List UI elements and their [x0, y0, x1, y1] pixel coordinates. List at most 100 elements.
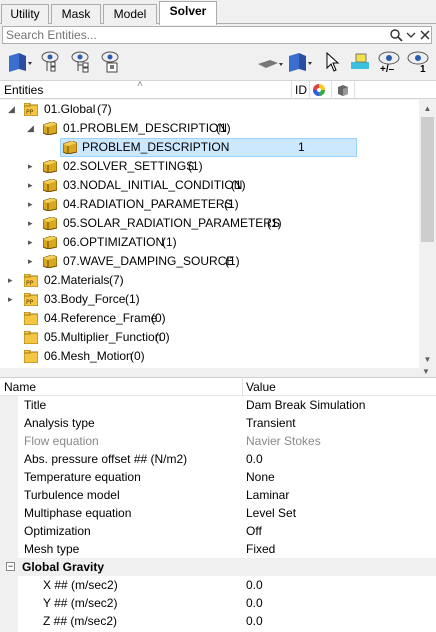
eye-filter-icon[interactable]: [38, 50, 64, 77]
id-column-header[interactable]: ID: [295, 83, 307, 97]
collapsed-arrow-icon[interactable]: ▸: [28, 176, 38, 195]
property-row-pressure-offset[interactable]: Abs. pressure offset ## (N/m2) 0.0: [0, 450, 436, 468]
property-value[interactable]: 0.0: [246, 594, 263, 612]
cursor-select-icon[interactable]: [322, 50, 342, 77]
tree-row-problem-description[interactable]: PROBLEM_DESCRIPTION 1: [0, 138, 419, 157]
entity-tree: ◢ PP 01.Global (7) ◢ 01.PROBLEM_DESCRIPT…: [0, 100, 419, 368]
tree-row-radiation-parameters[interactable]: ▸ 04.RADIATION_PARAMETERS (1): [0, 195, 419, 214]
value-column-header[interactable]: Value: [246, 380, 276, 394]
scroll-down-icon[interactable]: ▼: [419, 351, 436, 368]
tree-row-reference-frame[interactable]: 04.Reference_Frame (0): [0, 309, 419, 328]
tree-row-body-force[interactable]: ▸ PP 03.Body_Force (1): [0, 290, 419, 309]
panel-splitter[interactable]: ▼: [0, 367, 436, 378]
property-row-gravity-x[interactable]: X ## (m/sec2) 0.0: [0, 576, 436, 594]
property-row-optimization[interactable]: Optimization Off: [0, 522, 436, 540]
property-group-global-gravity[interactable]: − Global Gravity: [0, 558, 436, 576]
highlight-icon[interactable]: [348, 50, 374, 77]
property-name: Optimization: [24, 524, 91, 538]
tree-label: 01.Global: [44, 102, 96, 116]
component-view-icon[interactable]: [286, 50, 314, 77]
tree-row-mesh-motion[interactable]: 06.Mesh_Motion (0): [0, 347, 419, 366]
search-input[interactable]: [3, 27, 373, 43]
collapsed-arrow-icon[interactable]: ▸: [28, 252, 38, 271]
splitter-arrow-icon[interactable]: ▼: [422, 367, 430, 376]
tree-row-optimization[interactable]: ▸ 06.OPTIMIZATION (1): [0, 233, 419, 252]
entity-view-icon[interactable]: [6, 50, 34, 77]
tab-model[interactable]: Model: [103, 4, 157, 24]
property-value[interactable]: Level Set: [246, 504, 296, 522]
visibility-cube-icon[interactable]: [336, 83, 350, 100]
tree-row-solver-settings[interactable]: ▸ 02.SOLVER_SETTINGS (1): [0, 157, 419, 176]
tree-count: (1): [267, 216, 282, 230]
scroll-up-icon[interactable]: ▲: [419, 100, 436, 117]
search-box: [2, 26, 432, 44]
property-name: Y ## (m/sec2): [43, 596, 118, 610]
svg-text:PP: PP: [26, 280, 34, 287]
entities-column-header[interactable]: Entities: [4, 83, 43, 97]
scroll-thumb[interactable]: [421, 117, 434, 242]
tab-solver[interactable]: Solver: [159, 1, 217, 25]
property-row-gravity-z[interactable]: Z ## (m/sec2) 0.0: [0, 612, 436, 630]
property-value[interactable]: Off: [246, 522, 262, 540]
property-row-analysis-type[interactable]: Analysis type Transient: [0, 414, 436, 432]
tree-scrollbar[interactable]: ▲ ▼: [419, 100, 436, 368]
tree-count: (1): [216, 121, 231, 135]
tree-row-nodal-initial-condition[interactable]: ▸ 03.NODAL_INITIAL_CONDITION (1): [0, 176, 419, 195]
collapsed-arrow-icon[interactable]: ▸: [8, 271, 18, 290]
column-divider: [309, 81, 310, 99]
tree-count: (0): [155, 330, 170, 344]
show-hide-label: +/–: [380, 64, 395, 75]
property-value[interactable]: Laminar: [246, 486, 289, 504]
search-icon[interactable]: [388, 27, 404, 43]
tree-count: (1): [225, 254, 240, 268]
property-row-title[interactable]: Title Dam Break Simulation: [0, 396, 436, 414]
eye-tree-icon[interactable]: [68, 50, 94, 77]
property-value[interactable]: 0.0: [246, 612, 263, 630]
collapsed-arrow-icon[interactable]: ▸: [8, 290, 18, 309]
property-value[interactable]: None: [246, 468, 275, 486]
property-row-turbulence-model[interactable]: Turbulence model Laminar: [0, 486, 436, 504]
property-value[interactable]: 0.0: [246, 450, 263, 468]
group-label: Global Gravity: [22, 560, 105, 574]
expanded-arrow-icon[interactable]: ◢: [27, 119, 37, 138]
property-row-temperature-equation[interactable]: Temperature equation None: [0, 468, 436, 486]
tree-row-solar-radiation-parameters[interactable]: ▸ 05.SOLAR_RADIATION_PARAMETERS (1): [0, 214, 419, 233]
clear-icon[interactable]: [417, 27, 433, 43]
entity-toolbar: +/– 1: [0, 46, 436, 78]
collapsed-arrow-icon[interactable]: ▸: [28, 214, 38, 233]
property-row-gravity-y[interactable]: Y ## (m/sec2) 0.0: [0, 594, 436, 612]
collapsed-arrow-icon[interactable]: ▸: [28, 233, 38, 252]
expanded-arrow-icon[interactable]: ◢: [8, 100, 18, 119]
tree-label: 05.SOLAR_RADIATION_PARAMETERS: [63, 216, 280, 230]
tree-row-materials[interactable]: ▸ PP 02.Materials (7): [0, 271, 419, 290]
tab-mask[interactable]: Mask: [51, 4, 101, 24]
collapsed-arrow-icon[interactable]: ▸: [28, 157, 38, 176]
eye-count-icon[interactable]: [405, 50, 433, 73]
entities-header: Entities ˄ ID: [0, 79, 436, 100]
collapsed-arrow-icon[interactable]: ▸: [28, 195, 38, 214]
property-value[interactable]: Fixed: [246, 540, 275, 558]
collapse-icon[interactable]: −: [6, 562, 15, 571]
tab-utility[interactable]: Utility: [1, 4, 49, 24]
property-name: Temperature equation: [24, 470, 141, 484]
eye-count-label: 1: [420, 64, 426, 75]
property-value[interactable]: 0.0: [246, 576, 263, 594]
property-name: Flow equation: [24, 434, 99, 448]
tree-row-global[interactable]: ◢ PP 01.Global (7): [0, 100, 419, 119]
property-value[interactable]: Transient: [246, 414, 296, 432]
color-wheel-icon[interactable]: [312, 83, 326, 100]
eye-isolate-icon[interactable]: [98, 50, 124, 77]
property-row-mesh-type[interactable]: Mesh type Fixed: [0, 540, 436, 558]
display-mode-icon[interactable]: [256, 50, 284, 77]
property-value[interactable]: Dam Break Simulation: [246, 396, 365, 414]
tree-label: 06.Mesh_Motion: [44, 349, 133, 363]
tree-count: (0): [130, 349, 145, 363]
property-row-multiphase-equation[interactable]: Multiphase equation Level Set: [0, 504, 436, 522]
tree-row-wave-damping-source[interactable]: ▸ 07.WAVE_DAMPING_SOURCE (1): [0, 252, 419, 271]
column-divider: [331, 81, 332, 99]
tree-row-problem-description-group[interactable]: ◢ 01.PROBLEM_DESCRIPTION (1): [0, 119, 419, 138]
name-column-header[interactable]: Name: [4, 380, 36, 394]
property-row-flow-equation: Flow equation Navier Stokes: [0, 432, 436, 450]
tree-row-multiplier-function[interactable]: 05.Multiplier_Function (0): [0, 328, 419, 347]
tree-count: (0): [151, 311, 166, 325]
